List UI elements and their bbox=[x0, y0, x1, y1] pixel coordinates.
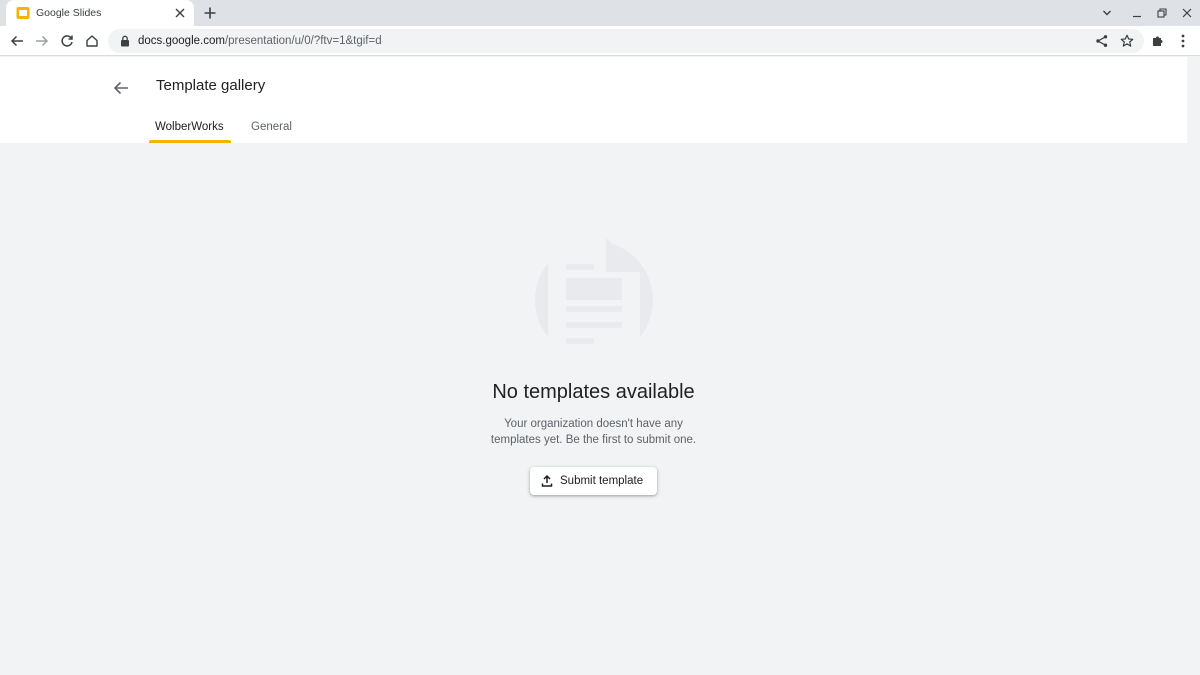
bookmark-star-icon[interactable] bbox=[1115, 29, 1139, 53]
empty-state-description: Your organization doesn't have any templ… bbox=[0, 416, 1187, 448]
active-tab-indicator bbox=[149, 140, 231, 143]
home-icon[interactable] bbox=[80, 29, 104, 53]
upload-icon bbox=[540, 474, 554, 488]
back-icon[interactable] bbox=[5, 29, 29, 53]
share-icon[interactable] bbox=[1090, 29, 1114, 53]
reload-icon[interactable] bbox=[55, 29, 79, 53]
lock-icon[interactable] bbox=[118, 34, 132, 48]
forward-icon[interactable] bbox=[30, 29, 54, 53]
submit-template-button[interactable]: Submit template bbox=[530, 467, 657, 495]
url-text[interactable]: docs.google.com/presentation/u/0/?ftv=1&… bbox=[138, 35, 382, 47]
browser-tab-strip: Google Slides bbox=[0, 0, 1200, 26]
minimize-icon[interactable] bbox=[1127, 3, 1147, 23]
address-bar[interactable]: docs.google.com/presentation/u/0/?ftv=1&… bbox=[108, 29, 1144, 53]
empty-state-description-line-2: templates yet. Be the first to submit on… bbox=[490, 434, 697, 446]
close-tab-icon[interactable] bbox=[170, 3, 190, 23]
submit-template-label: Submit template bbox=[560, 475, 644, 487]
page-scrollbar[interactable] bbox=[1187, 105, 1200, 675]
browser-toolbar: docs.google.com/presentation/u/0/?ftv=1&… bbox=[0, 26, 1200, 56]
template-gallery-header: Template gallery WolberWorks General bbox=[0, 57, 1187, 143]
url-path: /presentation/u/0/?ftv=1&tgif=d bbox=[224, 35, 382, 47]
tab-title: Google Slides bbox=[36, 7, 102, 19]
back-arrow-icon[interactable] bbox=[108, 75, 134, 101]
empty-state-description-line-1: Your organization doesn't have any bbox=[504, 418, 683, 430]
url-host: docs.google.com bbox=[138, 35, 225, 47]
restore-icon[interactable] bbox=[1152, 3, 1172, 23]
empty-state-title: No templates available bbox=[492, 381, 695, 403]
browser-tab[interactable]: Google Slides bbox=[6, 0, 194, 26]
tab-general[interactable]: General bbox=[251, 121, 292, 133]
google-slides-icon bbox=[16, 7, 30, 19]
new-tab-icon[interactable] bbox=[200, 3, 220, 23]
page-title: Template gallery bbox=[156, 77, 266, 94]
extensions-puzzle-icon[interactable] bbox=[1146, 29, 1170, 53]
tab-wolberworks[interactable]: WolberWorks bbox=[155, 121, 224, 133]
browser-menu-icon[interactable] bbox=[1171, 29, 1195, 53]
tab-search-chevron-icon[interactable] bbox=[1097, 3, 1117, 23]
close-window-icon[interactable] bbox=[1177, 3, 1197, 23]
empty-document-illustration-icon bbox=[535, 238, 653, 360]
